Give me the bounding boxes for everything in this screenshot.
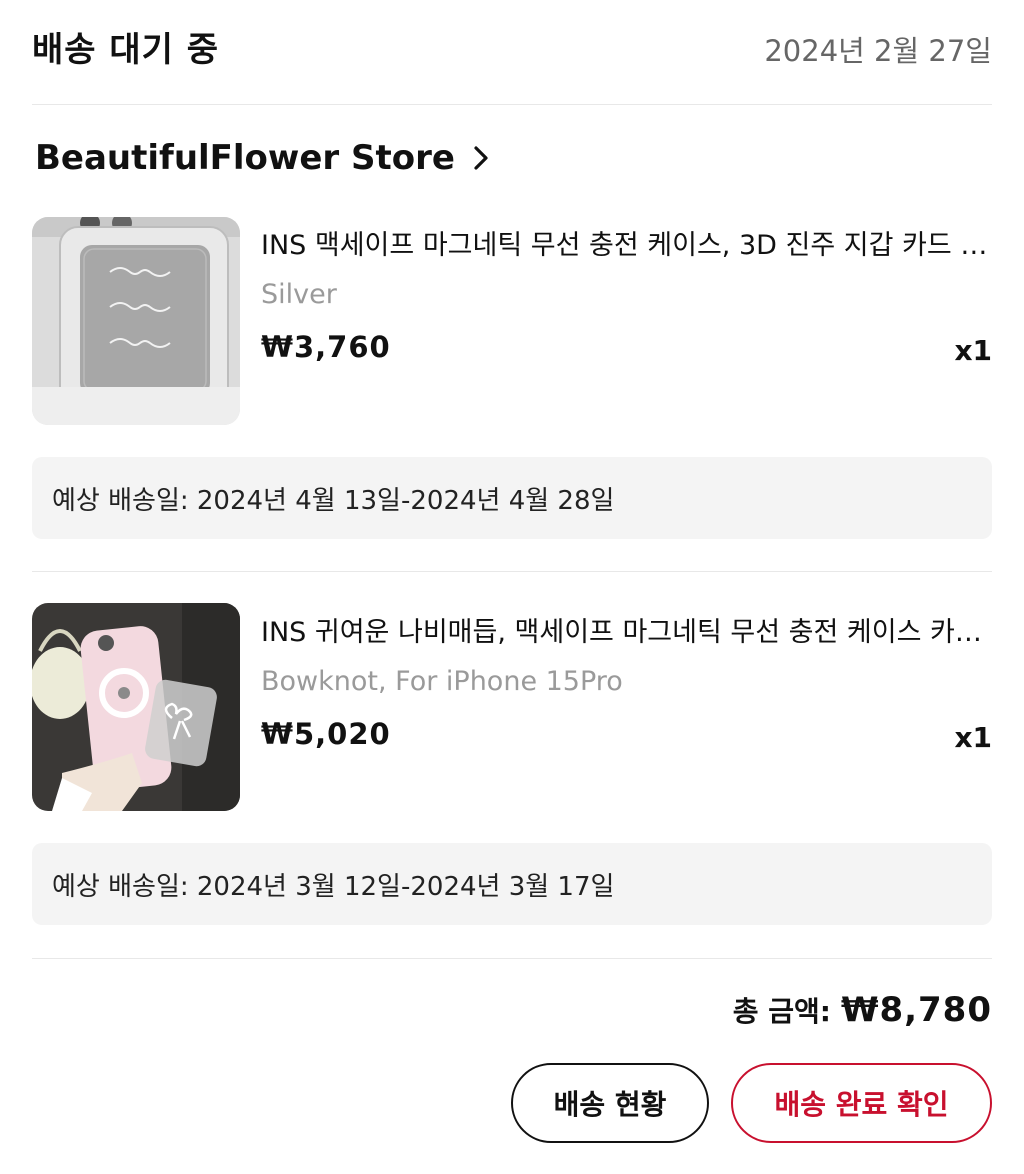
product-variant: Silver bbox=[261, 279, 337, 310]
product-quantity: x1 bbox=[954, 334, 992, 367]
product-price: ₩3,760 bbox=[261, 330, 391, 364]
confirm-delivery-button[interactable]: 배송 완료 확인 bbox=[731, 1063, 992, 1143]
divider bbox=[32, 958, 992, 959]
estimated-delivery-text: 예상 배송일: 2024년 3월 12일-2024년 3월 17일 bbox=[52, 871, 615, 902]
product-quantity: x1 bbox=[954, 721, 992, 754]
product-price: ₩5,020 bbox=[261, 717, 391, 751]
order-date: 2024년 2월 27일 bbox=[764, 34, 992, 68]
estimated-delivery-text: 예상 배송일: 2024년 4월 13일-2024년 4월 28일 bbox=[52, 485, 615, 516]
chevron-right-icon bbox=[469, 144, 497, 172]
store-link[interactable]: BeautifulFlower Store bbox=[35, 138, 497, 178]
product-title[interactable]: INS 귀여운 나비매듭, 맥세이프 마그네틱 무선 충전 케이스 카드 지갑 bbox=[261, 610, 992, 649]
order-total: 총 금액: ₩8,780 bbox=[733, 990, 992, 1030]
estimated-delivery: 예상 배송일: 2024년 3월 12일-2024년 3월 17일 bbox=[32, 843, 992, 925]
product-image[interactable] bbox=[32, 603, 240, 811]
product-image[interactable] bbox=[32, 217, 240, 425]
store-name: BeautifulFlower Store bbox=[35, 138, 455, 178]
divider bbox=[32, 571, 992, 572]
product-variant: Bowknot, For iPhone 15Pro bbox=[261, 666, 623, 697]
estimated-delivery: 예상 배송일: 2024년 4월 13일-2024년 4월 28일 bbox=[32, 457, 992, 539]
track-shipment-button[interactable]: 배송 현황 bbox=[511, 1063, 709, 1143]
divider bbox=[32, 104, 992, 105]
total-label: 총 금액: bbox=[732, 995, 831, 1028]
product-title[interactable]: INS 맥세이프 마그네틱 무선 충전 케이스, 3D 진주 지갑 카드 케이스 bbox=[261, 223, 992, 262]
total-amount: ₩8,780 bbox=[840, 990, 992, 1030]
order-status-title: 배송 대기 중 bbox=[32, 30, 220, 70]
